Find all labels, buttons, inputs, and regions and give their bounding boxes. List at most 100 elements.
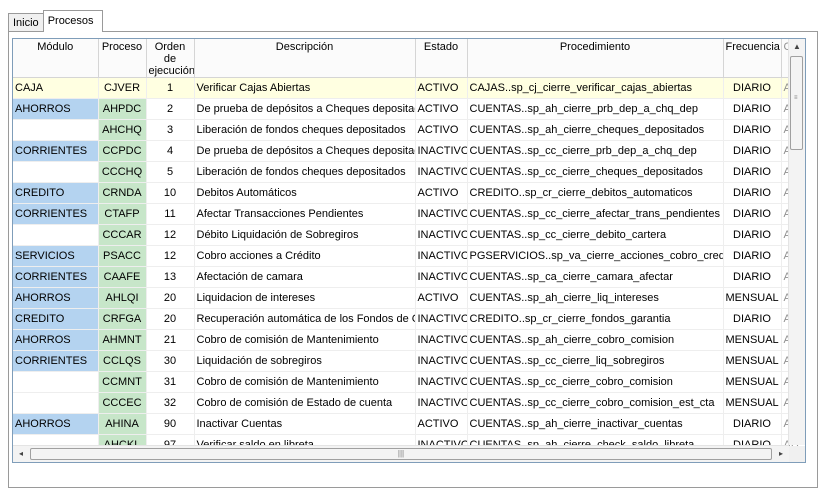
cell-proceso[interactable]: CCCAR (98, 224, 147, 246)
cell-descripcion[interactable]: Debitos Automáticos (194, 182, 416, 204)
table-row[interactable]: CORRIENTES CTAFP 11 Afectar Transacciones P… (13, 203, 805, 225)
cell-orden[interactable]: 30 (146, 350, 195, 372)
cell-descripcion[interactable]: De prueba de depósitos a Cheques deposit… (194, 98, 416, 120)
cell-proceso[interactable]: AHLQI (98, 287, 147, 309)
table-row[interactable]: CAJA CJVER 1 Verificar Cajas Abiertas ACTIVO… (13, 77, 805, 99)
cell-procedimiento[interactable]: CUENTAS..sp_ah_cierre_cobro_comision (467, 329, 724, 351)
column-header-procedimiento[interactable]: Procedimiento (467, 39, 724, 78)
cell-frecuencia[interactable]: MENSUAL (723, 371, 782, 393)
cell-proceso[interactable]: CRFGA (98, 308, 147, 330)
table-row[interactable]: CREDITO CRNDA 10 Debitos Automáticos ACTIVO C… (13, 182, 805, 204)
cell-procedimiento[interactable]: CUENTAS..sp_cc_cierre_cobro_comision_est… (467, 392, 724, 414)
column-header-proceso[interactable]: Proceso (98, 39, 147, 78)
cell-frecuencia[interactable]: DIARIO (723, 182, 782, 204)
cell-modulo[interactable]: AHORROS (13, 287, 99, 309)
table-row[interactable]: CCMNT 31 Cobro de comisión de Mantenimient… (13, 371, 805, 393)
table-row[interactable]: CCCHQ 5 Liberación de fondos cheques depos… (13, 161, 805, 183)
tab-procesos[interactable]: Procesos (42, 10, 103, 32)
cell-proceso[interactable]: AHPDC (98, 98, 147, 120)
cell-orden[interactable]: 11 (146, 203, 195, 225)
cell-orden[interactable]: 20 (146, 287, 195, 309)
cell-modulo[interactable] (13, 392, 99, 414)
table-row[interactable]: CREDITO CRFGA 20 Recuperación automática de… (13, 308, 805, 330)
cell-descripcion[interactable]: Cobro de comisión de Estado de cuenta (194, 392, 416, 414)
column-header-estado[interactable]: Estado (415, 39, 468, 78)
cell-orden[interactable]: 10 (146, 182, 195, 204)
cell-estado[interactable]: ACTIVO (415, 287, 468, 309)
cell-modulo[interactable] (13, 119, 99, 141)
cell-orden[interactable]: 2 (146, 98, 195, 120)
horizontal-scrollbar[interactable]: ◂ ||| ▸ (13, 445, 789, 462)
table-row[interactable]: AHORROS AHINA 90 Inactivar Cuentas ACTIVO CUE… (13, 413, 805, 435)
cell-orden[interactable]: 21 (146, 329, 195, 351)
cell-frecuencia[interactable]: MENSUAL (723, 392, 782, 414)
cell-procedimiento[interactable]: CUENTAS..sp_ah_cierre_liq_intereses (467, 287, 724, 309)
cell-procedimiento[interactable]: CUENTAS..sp_cc_cierre_cobro_comision (467, 371, 724, 393)
cell-descripcion[interactable]: Verificar Cajas Abiertas (194, 77, 416, 99)
cell-estado[interactable]: ACTIVO (415, 413, 468, 435)
column-header-descripcion[interactable]: Descripción (194, 39, 416, 78)
tab-inicio[interactable]: Inicio (8, 13, 44, 32)
cell-descripcion[interactable]: Inactivar Cuentas (194, 413, 416, 435)
cell-proceso[interactable]: AHCHQ (98, 119, 147, 141)
table-row[interactable]: AHORROS AHLQI 20 Liquidacion de intereses AC… (13, 287, 805, 309)
table-row[interactable]: CCCEC 32 Cobro de comisión de Estado de cu… (13, 392, 805, 414)
cell-modulo[interactable]: CREDITO (13, 308, 99, 330)
cell-descripcion[interactable]: Liquidación de sobregiros (194, 350, 416, 372)
cell-procedimiento[interactable]: CUENTAS..sp_cc_cierre_debito_cartera (467, 224, 724, 246)
column-header-modulo[interactable]: Módulo (13, 39, 99, 78)
cell-frecuencia[interactable]: DIARIO (723, 203, 782, 225)
table-row[interactable]: AHORROS AHMNT 21 Cobro de comisión de Mante… (13, 329, 805, 351)
cell-modulo[interactable]: CAJA (13, 77, 99, 99)
cell-frecuencia[interactable]: DIARIO (723, 119, 782, 141)
cell-descripcion[interactable]: Afectación de camara (194, 266, 416, 288)
cell-frecuencia[interactable]: MENSUAL (723, 287, 782, 309)
cell-orden[interactable]: 90 (146, 413, 195, 435)
cell-descripcion[interactable]: Cobro de comisión de Mantenimiento (194, 329, 416, 351)
cell-estado[interactable]: INACTIVO (415, 308, 468, 330)
cell-frecuencia[interactable]: DIARIO (723, 308, 782, 330)
cell-descripcion[interactable]: Liquidacion de intereses (194, 287, 416, 309)
cell-proceso[interactable]: AHINA (98, 413, 147, 435)
column-header-frecuencia[interactable]: Frecuencia (723, 39, 782, 78)
cell-frecuencia[interactable]: DIARIO (723, 140, 782, 162)
cell-procedimiento[interactable]: CREDITO..sp_cr_cierre_fondos_garantia (467, 308, 724, 330)
cell-procedimiento[interactable]: PGSERVICIOS..sp_va_cierre_acciones_cobro… (467, 245, 724, 267)
cell-frecuencia[interactable]: DIARIO (723, 161, 782, 183)
cell-frecuencia[interactable]: DIARIO (723, 224, 782, 246)
vertical-scroll-thumb[interactable]: ≡ (790, 56, 803, 150)
cell-estado[interactable]: INACTIVO (415, 371, 468, 393)
cell-procedimiento[interactable]: CUENTAS..sp_cc_cierre_cheques_depositado… (467, 161, 724, 183)
cell-modulo[interactable]: AHORROS (13, 98, 99, 120)
cell-modulo[interactable] (13, 161, 99, 183)
cell-descripcion[interactable]: Cobro acciones a Crédito (194, 245, 416, 267)
cell-procedimiento[interactable]: CUENTAS..sp_ah_cierre_cheques_depositado… (467, 119, 724, 141)
cell-orden[interactable]: 20 (146, 308, 195, 330)
cell-frecuencia[interactable]: DIARIO (723, 245, 782, 267)
cell-estado[interactable]: INACTIVO (415, 224, 468, 246)
cell-orden[interactable]: 4 (146, 140, 195, 162)
cell-procedimiento[interactable]: CUENTAS..sp_cc_cierre_afectar_trans_pend… (467, 203, 724, 225)
cell-proceso[interactable]: PSACC (98, 245, 147, 267)
cell-descripcion[interactable]: Liberación de fondos cheques depositados (194, 119, 416, 141)
cell-procedimiento[interactable]: CAJAS..sp_cj_cierre_verificar_cajas_abie… (467, 77, 724, 99)
cell-orden[interactable]: 31 (146, 371, 195, 393)
cell-frecuencia[interactable]: MENSUAL (723, 350, 782, 372)
cell-proceso[interactable]: CJVER (98, 77, 147, 99)
table-row[interactable]: AHCHQ 3 Liberación de fondos cheques depos… (13, 119, 805, 141)
cell-orden[interactable]: 1 (146, 77, 195, 99)
table-row[interactable]: CORRIENTES CCLQS 30 Liquidación de sobregir… (13, 350, 805, 372)
cell-orden[interactable]: 5 (146, 161, 195, 183)
scroll-up-icon[interactable]: ▲ (789, 39, 805, 55)
table-row[interactable]: SERVICIOS PSACC 12 Cobro acciones a Crédito… (13, 245, 805, 267)
cell-modulo[interactable]: AHORROS (13, 329, 99, 351)
cell-descripcion[interactable]: De prueba de depósitos a Cheques deposit… (194, 140, 416, 162)
cell-estado[interactable]: INACTIVO (415, 140, 468, 162)
column-header-orden[interactable]: Orden de ejecución (146, 39, 195, 78)
cell-estado[interactable]: ACTIVO (415, 98, 468, 120)
scroll-left-icon[interactable]: ◂ (13, 446, 29, 462)
cell-modulo[interactable]: CORRIENTES (13, 266, 99, 288)
cell-procedimiento[interactable]: CREDITO..sp_cr_cierre_debitos_automatico… (467, 182, 724, 204)
cell-frecuencia[interactable]: DIARIO (723, 98, 782, 120)
cell-estado[interactable]: INACTIVO (415, 203, 468, 225)
